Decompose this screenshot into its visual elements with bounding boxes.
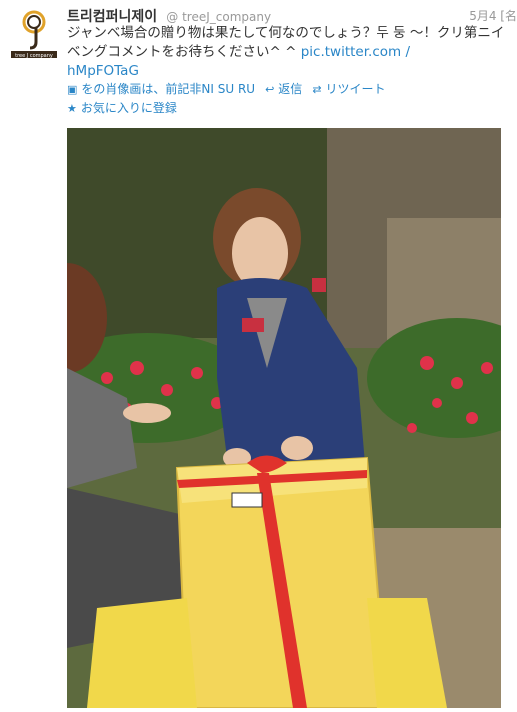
view-media-link[interactable]: ▣ をの肖像画は、前記非NI SU RU [67,80,255,99]
media-icon: ▣ [67,83,78,96]
reply-icon: ↩ [265,83,275,96]
tweet-actions: ▣ をの肖像画は、前記非NI SU RU ↩ 返信 ⇄ リツイート ★ お気に入りに登録 [67,80,513,118]
favorite-star-icon: ★ [67,102,77,115]
pic-link-slug[interactable]: hMpFOTaG [67,63,139,79]
pic-link[interactable]: pic.twitter.com / [301,44,410,60]
screen-name[interactable]: @ treeJ_company [166,10,271,24]
logo-caption: tree J company [15,53,53,59]
display-name[interactable]: 트리컴퍼니제이 [67,9,157,25]
tweet-text: ジャンベ場合の贈り物は果たして何なのでしょう？두 둥 ～！クリ第ニイベングコメン… [67,24,513,81]
favorite-button[interactable]: ★ お気に入りに登録 [67,99,177,118]
photo-gift-box-scene [67,128,501,708]
tweet-header: 트리컴퍼니제이 @ treeJ_company [67,6,517,26]
tweet-photo[interactable] [67,128,501,708]
treej-company-logo-icon: tree J company [11,10,57,59]
avatar[interactable]: tree J company [8,8,60,60]
tweet-body: ジャンベ場合の贈り物は果たして何なのでしょう？두 둥 ～！クリ第ニイベングコメン… [67,25,505,60]
reply-button[interactable]: ↩ 返信 [265,80,302,99]
timestamp[interactable]: 5月4 [名 [469,7,517,24]
retweet-icon: ⇄ [312,83,322,96]
retweet-button[interactable]: ⇄ リツイート [312,80,385,99]
